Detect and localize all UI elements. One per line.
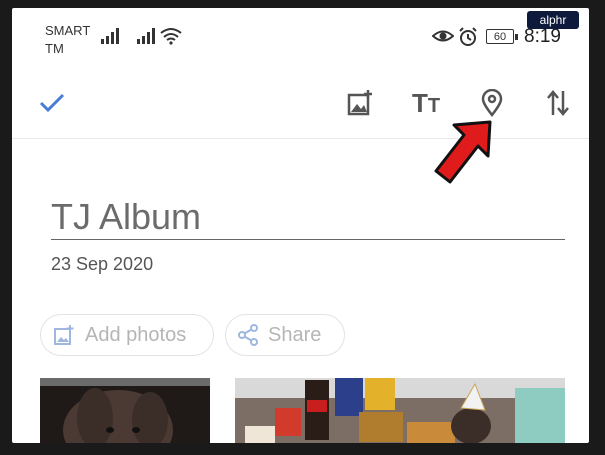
check-icon <box>39 93 65 113</box>
sort-button[interactable] <box>540 85 576 121</box>
battery-indicator: 60 <box>486 29 518 44</box>
location-pin-icon <box>481 89 503 117</box>
sort-arrows-icon <box>547 90 569 116</box>
album-toolbar: TT <box>12 70 589 139</box>
dog-photo-image <box>40 378 210 443</box>
eye-icon <box>432 30 454 42</box>
alarm-icon <box>459 27 477 46</box>
status-bar: SMART TM 60 8:19 <box>12 8 589 64</box>
annotation-arrow <box>434 120 492 184</box>
brand-badge: alphr <box>527 11 579 29</box>
carrier-line-1: SMART <box>45 23 91 38</box>
photo-thumbnail[interactable] <box>40 378 210 443</box>
share-label: Share <box>268 323 322 346</box>
text-format-icon: TT <box>411 87 441 118</box>
album-date: 23 Sep 2020 <box>51 254 154 274</box>
signal-icon <box>101 28 119 44</box>
add-photo-icon <box>53 324 75 346</box>
party-photo-image <box>235 378 565 443</box>
add-photos-label: Add photos <box>85 323 187 346</box>
share-button[interactable]: Share <box>225 314 345 356</box>
photo-thumbnail[interactable] <box>235 378 565 443</box>
signal-icon <box>137 28 155 44</box>
phone-screen: alphr SMART TM 60 8:19 TT TJ Album 23 Se… <box>12 8 589 443</box>
album-title: TJ Album <box>51 196 202 237</box>
share-icon <box>238 324 258 346</box>
done-button[interactable] <box>34 85 70 121</box>
add-photo-icon <box>347 90 372 116</box>
add-photos-button[interactable]: Add photos <box>40 314 214 356</box>
clock: 8:19 <box>524 26 561 47</box>
carrier-label: SMART TM <box>45 22 90 58</box>
add-photo-button[interactable] <box>342 85 378 121</box>
album-title-field[interactable]: TJ Album <box>51 193 565 240</box>
wifi-icon <box>160 28 182 45</box>
carrier-line-2: TM <box>45 41 64 56</box>
